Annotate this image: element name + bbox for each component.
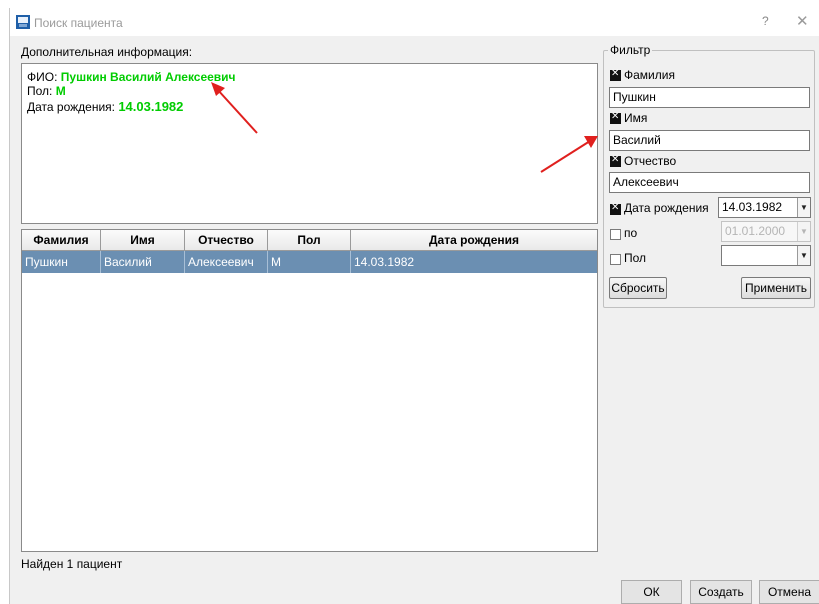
chevron-down-icon[interactable]: ▼ (797, 198, 810, 217)
dob-checkbox[interactable] (610, 202, 621, 215)
filter-title: Фильтр (608, 43, 653, 57)
status-text: Найден 1 пациент (21, 557, 123, 571)
dob-to-value: 01.01.2000 (725, 224, 786, 238)
column-header-surname[interactable]: Фамилия (22, 230, 101, 251)
title-bar: Поиск пациента ? ✕ (10, 8, 819, 36)
surname-input[interactable]: Пушкин (609, 87, 810, 108)
table-row[interactable]: Пушкин Василий Алексеевич М 14.03.1982 (22, 251, 597, 273)
patronymic-label: Отчество (624, 154, 677, 168)
chevron-down-icon[interactable]: ▼ (797, 246, 810, 265)
cell-sex: М (268, 251, 351, 273)
column-header-name[interactable]: Имя (101, 230, 185, 251)
create-button[interactable]: Создать (690, 580, 752, 604)
apply-button[interactable]: Применить (741, 277, 811, 299)
to-date-label: по (624, 226, 638, 240)
cell-patronymic: Алексеевич (185, 251, 268, 273)
ok-button[interactable]: ОК (621, 580, 682, 604)
dob-filter-label: Дата рождения (624, 201, 709, 215)
fio-line: ФИО: Пушкин Василий Алексеевич (27, 70, 236, 84)
sex-select[interactable]: ▼ (721, 245, 811, 266)
surname-label: Фамилия (624, 68, 675, 82)
patronymic-checkbox[interactable] (610, 154, 621, 167)
chevron-down-icon[interactable]: ▼ (797, 222, 810, 241)
close-icon[interactable]: ✕ (796, 12, 809, 30)
fio-value: Пушкин Василий Алексеевич (60, 70, 236, 84)
window-title: Поиск пациента (34, 16, 123, 30)
name-input[interactable]: Василий (609, 130, 810, 151)
name-checkbox[interactable] (610, 111, 621, 124)
dob-from-value: 14.03.1982 (722, 200, 783, 214)
additional-info-box: ФИО: Пушкин Василий Алексеевич Пол: М Да… (21, 63, 598, 224)
patients-table: Фамилия Имя Отчество Пол Дата рождения П… (21, 229, 598, 552)
sex-label: Пол: (27, 84, 53, 98)
fio-label: ФИО: (27, 70, 58, 84)
sex-filter-checkbox[interactable] (610, 254, 621, 265)
reset-button[interactable]: Сбросить (609, 277, 667, 299)
column-header-dob[interactable]: Дата рождения (351, 230, 597, 251)
cancel-button[interactable]: Отмена (759, 580, 819, 604)
help-button[interactable]: ? (762, 14, 769, 28)
table-header: Фамилия Имя Отчество Пол Дата рождения (22, 230, 597, 251)
dob-line: Дата рождения: 14.03.1982 (27, 99, 183, 114)
additional-info-label: Дополнительная информация: (21, 45, 193, 59)
sex-line: Пол: М (27, 84, 66, 98)
column-header-patronymic[interactable]: Отчество (185, 230, 268, 251)
cell-name: Василий (101, 251, 185, 273)
name-label: Имя (624, 111, 648, 125)
dob-value: 14.03.1982 (118, 99, 184, 114)
dob-from-date[interactable]: 14.03.1982 ▼ (718, 197, 811, 218)
sex-filter-label: Пол (624, 251, 647, 265)
patronymic-input[interactable]: Алексеевич (609, 172, 810, 193)
surname-checkbox[interactable] (610, 68, 621, 81)
cell-surname: Пушкин (22, 251, 101, 273)
app-icon (16, 15, 30, 29)
dob-label: Дата рождения: (27, 100, 115, 114)
cell-dob: 14.03.1982 (354, 255, 415, 269)
to-date-checkbox[interactable] (610, 229, 621, 240)
dob-to-date[interactable]: 01.01.2000 ▼ (721, 221, 811, 242)
sex-value: М (55, 84, 66, 98)
patient-search-dialog: Поиск пациента ? ✕ Дополнительная информ… (9, 8, 819, 604)
column-header-sex[interactable]: Пол (268, 230, 351, 251)
